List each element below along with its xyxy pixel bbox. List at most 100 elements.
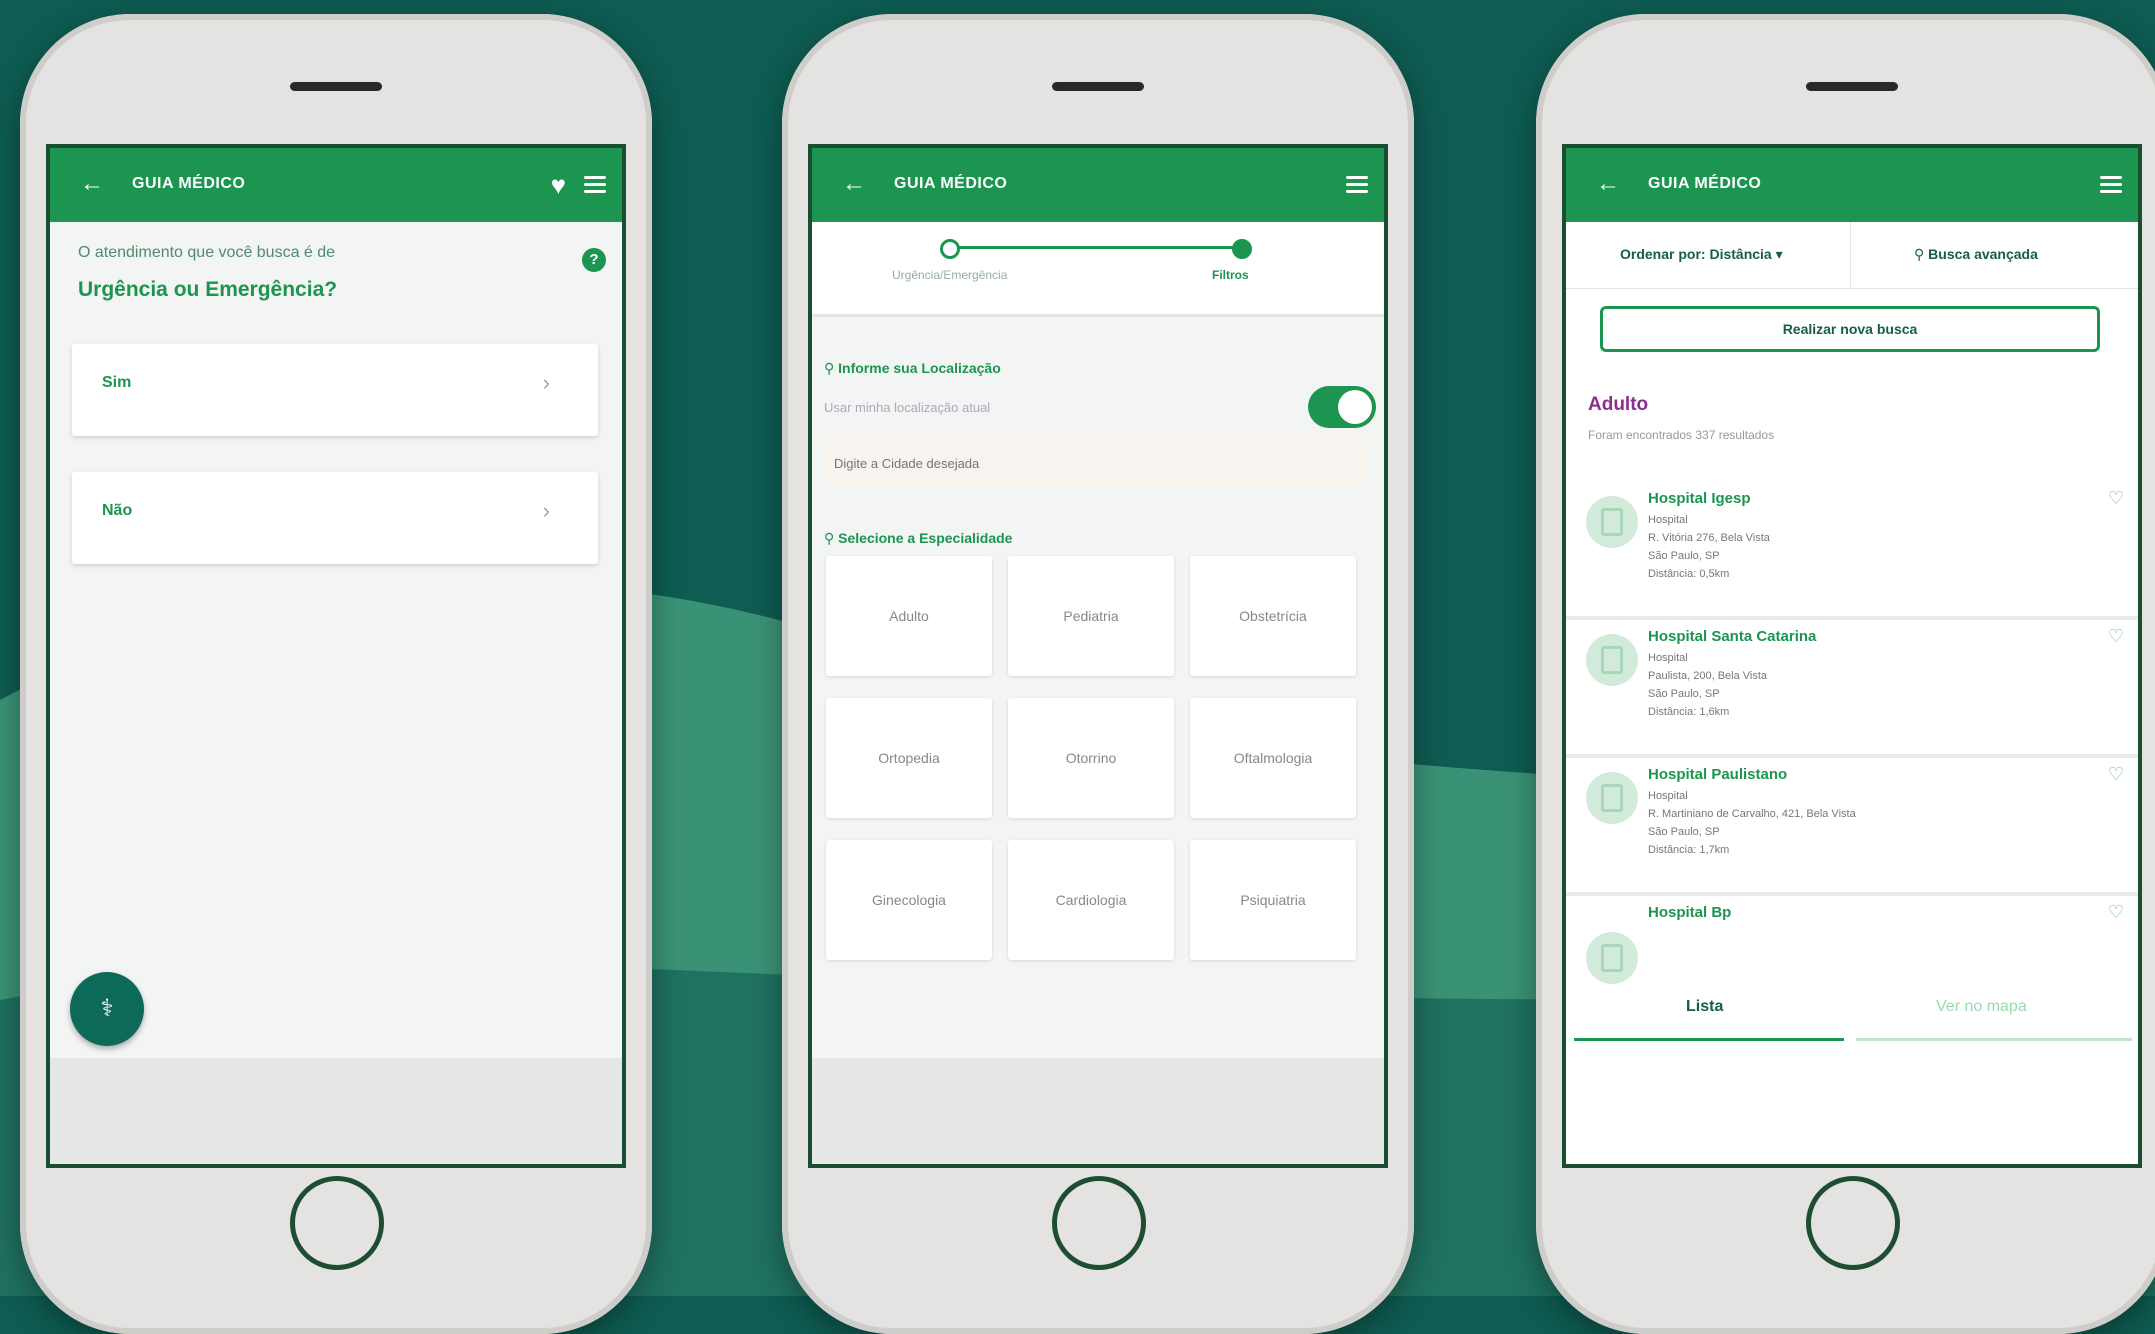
menu-icon[interactable] — [2100, 176, 2122, 193]
use-location-label: Usar minha localização atual — [824, 400, 991, 415]
doctor-icon: ⚕ — [100, 995, 114, 1022]
specialty-tile[interactable]: Cardiologia — [1008, 840, 1174, 960]
doctor-fab-button[interactable]: ⚕ — [70, 972, 144, 1046]
app-bar: ← GUIA MÉDICO ♥ — [50, 148, 622, 222]
hospital-list-item[interactable]: Hospital Igesp Hospital R. Vitória 276, … — [1566, 478, 2138, 620]
divider — [1850, 222, 1851, 288]
specialty-tile[interactable]: Oftalmologia — [1190, 698, 1356, 818]
specialty-tile[interactable]: Ginecologia — [826, 840, 992, 960]
use-location-toggle[interactable] — [1308, 386, 1376, 428]
search-icon: ⚲ — [824, 530, 839, 546]
hospital-city: São Paulo, SP — [1648, 826, 1720, 838]
search-icon: ⚲ — [1914, 246, 1929, 262]
toggle-knob — [1338, 390, 1372, 424]
app-bar: ← GUIA MÉDICO — [812, 148, 1384, 222]
back-arrow-icon[interactable]: ← — [1596, 170, 1620, 198]
option-label: Não — [102, 502, 133, 519]
step-line — [948, 246, 1242, 249]
tab-lista[interactable]: Lista — [1686, 998, 1723, 1016]
hospital-name: Hospital Igesp — [1648, 490, 1751, 507]
home-button — [1806, 1176, 1900, 1270]
phone-frame-3: ← GUIA MÉDICO Ordenar por: Distância ▾ ⚲… — [1536, 14, 2155, 1334]
step-dot-2 — [1232, 239, 1252, 259]
option-sim[interactable]: Sim › — [72, 344, 598, 436]
app-bar: ← GUIA MÉDICO — [1566, 148, 2138, 222]
menu-icon[interactable] — [584, 176, 606, 193]
menu-icon[interactable] — [1346, 176, 1368, 193]
screen-urgency-question: ← GUIA MÉDICO ♥ O atendimento que você b… — [46, 144, 626, 1168]
option-label: Sim — [102, 374, 132, 391]
hospital-address: R. Martiniano de Carvalho, 421, Bela Vis… — [1648, 808, 1856, 820]
speaker — [1052, 82, 1144, 91]
sort-bar: Ordenar por: Distância ▾ ⚲ Busca avançad… — [1566, 222, 2138, 289]
specialty-tile[interactable]: Obstetrícia — [1190, 556, 1356, 676]
question-emphasis: Urgência ou Emergência? — [78, 278, 338, 301]
hospital-icon — [1586, 634, 1638, 686]
view-tabs: Lista Ver no mapa — [1566, 998, 2138, 1058]
hospital-icon — [1586, 772, 1638, 824]
hospital-address: Paulista, 200, Bela Vista — [1648, 670, 1768, 682]
specialty-tile[interactable]: Ortopedia — [826, 698, 992, 818]
specialty-tile[interactable]: Psiquiatria — [1190, 840, 1356, 960]
hospital-distance: Distância: 0,5km — [1648, 568, 1730, 580]
step-label-1: Urgência/Emergência — [892, 268, 1008, 282]
heart-icon[interactable]: ♥ — [551, 170, 566, 201]
hospital-list-item[interactable]: Hospital Bp ♡ — [1566, 892, 2138, 984]
tab-ver-no-mapa[interactable]: Ver no mapa — [1936, 998, 2027, 1016]
hospital-list-item[interactable]: Hospital Paulistano Hospital R. Martinia… — [1566, 754, 2138, 896]
app-title: GUIA MÉDICO — [132, 175, 246, 192]
hospital-city: São Paulo, SP — [1648, 550, 1720, 562]
chevron-down-icon: ▾ — [1775, 246, 1783, 262]
app-title: GUIA MÉDICO — [1648, 175, 1762, 192]
location-section-label: ⚲ Informe sua Localização — [824, 360, 1001, 376]
heart-outline-icon[interactable]: ♡ — [2108, 626, 2124, 647]
hospital-type: Hospital — [1648, 652, 1688, 664]
help-icon[interactable]: ? — [582, 248, 606, 272]
hospital-type: Hospital — [1648, 514, 1688, 526]
location-pin-icon: ⚲ — [824, 360, 839, 376]
step-dot-1 — [940, 239, 960, 259]
hospital-name: Hospital Paulistano — [1648, 766, 1788, 783]
speaker — [1806, 82, 1898, 91]
phone-frame-1: ← GUIA MÉDICO ♥ O atendimento que você b… — [20, 14, 652, 1334]
hospital-type: Hospital — [1648, 790, 1688, 802]
speaker — [290, 82, 382, 91]
progress-stepper: Urgência/Emergência Filtros — [812, 222, 1384, 317]
result-title: Adulto — [1588, 394, 1649, 415]
heart-outline-icon[interactable]: ♡ — [2108, 764, 2124, 785]
hospital-icon — [1586, 932, 1638, 984]
city-input[interactable] — [824, 436, 1368, 490]
tab-indicator-active — [1574, 1038, 1844, 1041]
hospital-list-item[interactable]: Hospital Santa Catarina Hospital Paulist… — [1566, 616, 2138, 758]
specialty-section-label: ⚲ Selecione a Especialidade — [824, 530, 1013, 546]
bottom-area — [50, 1058, 622, 1164]
back-arrow-icon[interactable]: ← — [842, 170, 866, 198]
chevron-right-icon: › — [542, 498, 550, 523]
specialty-tile[interactable]: Pediatria — [1008, 556, 1174, 676]
back-arrow-icon[interactable]: ← — [80, 170, 104, 198]
bottom-area — [812, 1058, 1384, 1164]
hospital-city: São Paulo, SP — [1648, 688, 1720, 700]
advanced-search-button[interactable]: ⚲ Busca avançada — [1914, 246, 2038, 263]
home-button — [290, 1176, 384, 1270]
hospital-distance: Distância: 1,6km — [1648, 706, 1730, 718]
specialty-tile[interactable]: Otorrino — [1008, 698, 1174, 818]
phone-frame-2: ← GUIA MÉDICO Urgência/Emergência Filtro… — [782, 14, 1414, 1334]
chevron-right-icon: › — [542, 370, 550, 395]
hospital-icon — [1586, 496, 1638, 548]
sort-dropdown[interactable]: Ordenar por: Distância ▾ — [1620, 246, 1783, 263]
screen-results: ← GUIA MÉDICO Ordenar por: Distância ▾ ⚲… — [1562, 144, 2142, 1168]
hospital-name: Hospital Bp — [1648, 904, 1732, 921]
option-nao[interactable]: Não › — [72, 472, 598, 564]
result-count: Foram encontrados 337 resultados — [1588, 428, 1775, 442]
hospital-name: Hospital Santa Catarina — [1648, 628, 1817, 645]
tab-indicator — [1856, 1038, 2132, 1041]
new-search-button[interactable]: Realizar nova busca — [1600, 306, 2100, 352]
specialty-tile[interactable]: Adulto — [826, 556, 992, 676]
heart-outline-icon[interactable]: ♡ — [2108, 488, 2124, 509]
app-title: GUIA MÉDICO — [894, 175, 1008, 192]
step-label-2: Filtros — [1212, 268, 1249, 282]
heart-outline-icon[interactable]: ♡ — [2108, 902, 2124, 923]
screen-filters: ← GUIA MÉDICO Urgência/Emergência Filtro… — [808, 144, 1388, 1168]
home-button — [1052, 1176, 1146, 1270]
